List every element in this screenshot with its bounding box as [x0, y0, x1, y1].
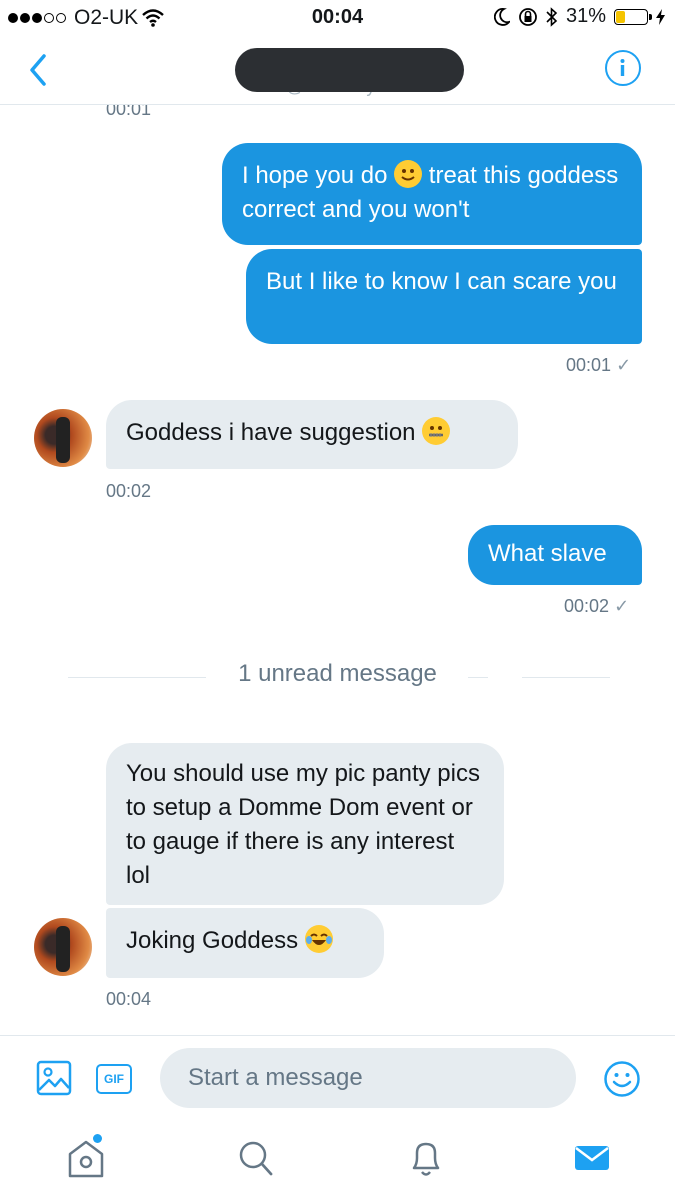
moon-icon	[493, 7, 510, 26]
rotation-lock-icon	[519, 7, 537, 26]
notifications-bell-icon[interactable]	[406, 1136, 446, 1180]
tab-bar	[0, 1126, 675, 1200]
message-text: I hope you do	[242, 162, 388, 189]
home-icon[interactable]	[66, 1136, 106, 1180]
message-text: But I like to know I can scare you	[266, 268, 617, 295]
message-timestamp: 00:01 ✓	[566, 355, 632, 375]
tears-of-joy-face-icon	[304, 925, 333, 953]
message-composer: GIF Start a message	[0, 1035, 675, 1126]
messages-envelope-icon[interactable]	[572, 1136, 612, 1180]
battery-icon	[614, 8, 652, 25]
slightly-smiling-face-icon	[394, 160, 423, 188]
outgoing-message[interactable]: But I like to know I can scare you	[246, 249, 642, 344]
avatar[interactable]	[34, 918, 92, 976]
message-thread[interactable]: 00:01 I hope you do treat this goddess c…	[0, 105, 675, 1035]
message-timestamp: 00:02 ✓	[564, 596, 630, 616]
sent-check-icon: ✓	[616, 355, 632, 375]
battery-percent: 31%	[565, 5, 606, 27]
message-input[interactable]: Start a message	[160, 1048, 576, 1108]
zipper-mouth-face-icon	[422, 417, 451, 445]
home-notification-dot	[93, 1134, 102, 1143]
image-icon[interactable]	[36, 1060, 72, 1096]
gif-button[interactable]: GIF	[96, 1064, 132, 1094]
battery-fill	[616, 10, 625, 23]
status-bar: O2-UK 00:04 31%	[0, 0, 675, 36]
status-right: 31%	[493, 5, 665, 28]
sent-check-icon: ✓	[614, 596, 630, 616]
emoji-icon[interactable]	[603, 1060, 641, 1098]
charging-bolt-icon	[656, 8, 665, 25]
message-text: Joking Goddess	[126, 927, 299, 954]
info-icon	[620, 59, 625, 76]
redacted-username	[235, 48, 464, 92]
message-timestamp: 00:02	[106, 481, 152, 501]
bluetooth-icon	[546, 6, 558, 27]
unread-divider: 1 unread message	[0, 660, 675, 690]
incoming-message[interactable]: Goddess i have suggestion	[106, 400, 518, 469]
outgoing-message[interactable]: What slave	[468, 525, 642, 585]
message-timestamp: 00:01	[106, 105, 152, 119]
incoming-message[interactable]: Joking Goddess	[106, 908, 384, 978]
conversation-header: @slaveboy...	[0, 36, 675, 105]
message-text: What slave	[488, 540, 607, 567]
message-text: Goddess i have suggestion	[126, 419, 416, 446]
search-icon[interactable]	[236, 1136, 276, 1180]
incoming-message[interactable]: You should use my pic panty pics to setu…	[106, 743, 504, 905]
unread-count: 1 unread message	[238, 660, 437, 687]
message-text: You should use my pic panty pics to setu…	[126, 760, 480, 889]
info-button[interactable]	[605, 50, 641, 86]
message-timestamp: 00:04	[106, 989, 152, 1009]
avatar[interactable]	[34, 409, 92, 467]
outgoing-message[interactable]: I hope you do treat this goddess correct…	[222, 143, 642, 245]
